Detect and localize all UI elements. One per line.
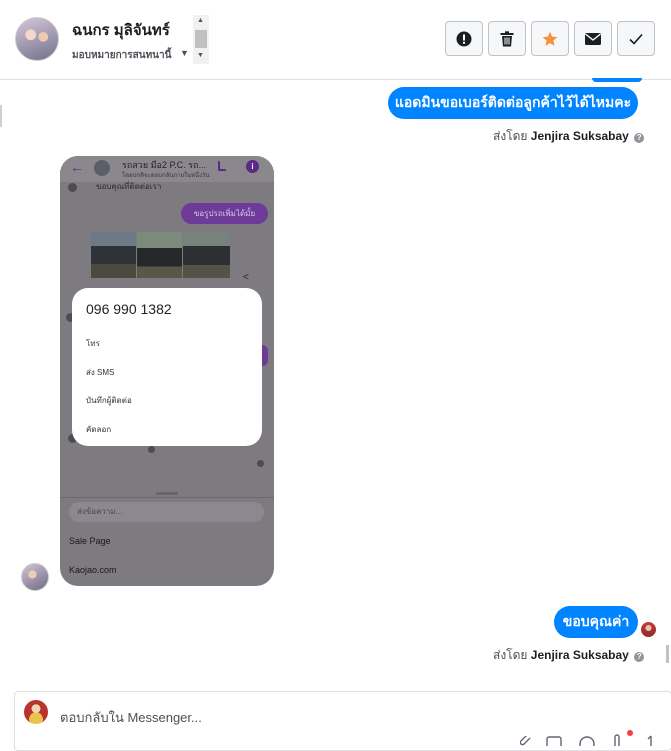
assign-conversation-label[interactable]: มอบหมายการสนทนานี้	[72, 48, 171, 63]
outgoing-message[interactable]: แอดมินขอเบอร์ติดต่อลูกค้าไว้ได้ไหมคะ	[388, 87, 638, 119]
image-small-avatar	[148, 446, 155, 453]
image-handle	[156, 492, 178, 495]
reply-input[interactable]: ตอบกลับใน Messenger...	[60, 707, 202, 728]
popup-option: คัดลอก	[86, 425, 112, 434]
notification-dot	[627, 730, 633, 736]
check-icon	[629, 33, 643, 45]
car-photo	[183, 232, 230, 278]
done-button[interactable]	[617, 21, 655, 56]
outgoing-message[interactable]: ขอบคุณค่า	[554, 606, 638, 638]
trash-icon	[500, 30, 514, 46]
alert-icon	[456, 31, 472, 46]
attachment-icon[interactable]	[520, 736, 532, 746]
scroll-down-icon[interactable]: ▼	[197, 52, 204, 59]
conversation-header: ฉนกร มุลิจันทร์ มอบหมายการสนทนานี้ ▼ ▲ ▼	[0, 0, 671, 80]
phone-action-popup: 096 990 1382 โทร ส่ง SMS บันทึกผู้ติดต่อ…	[72, 288, 262, 446]
image-small-avatar	[257, 460, 264, 467]
scrollbar-thumb[interactable]	[666, 645, 669, 663]
car-photo	[91, 232, 136, 278]
info-icon[interactable]: ?	[634, 652, 645, 662]
reply-box[interactable]: ตอบกลับใน Messenger...	[14, 691, 671, 751]
sent-by-name: Jenjira Suksabay	[530, 129, 629, 143]
gif-icon[interactable]	[612, 733, 624, 746]
image-purple-bubble: ขอรูปรถเพิ่มได้มั้ย	[181, 203, 268, 224]
share-icon: <	[243, 272, 249, 283]
image-link: Sale Page	[69, 536, 111, 546]
seen-avatar	[641, 622, 656, 637]
image-avatar	[94, 160, 110, 176]
caret-down-icon[interactable]: ▼	[180, 48, 189, 58]
contact-avatar[interactable]	[15, 17, 59, 61]
back-arrow-icon: ←	[70, 159, 84, 175]
info-icon[interactable]: ?	[634, 133, 645, 143]
scroll-up-icon[interactable]: ▲	[197, 17, 204, 24]
image-message: ขอบคุณที่ติดต่อเรา	[96, 182, 162, 191]
image-separator	[60, 497, 274, 498]
scrollbar-thumb[interactable]	[195, 30, 207, 48]
sent-by-prefix: ส่งโดย	[493, 129, 528, 143]
page-avatar	[24, 700, 48, 724]
image-small-avatar	[68, 183, 77, 192]
delete-button[interactable]	[488, 21, 526, 56]
spam-button[interactable]	[445, 21, 483, 56]
emoji-icon[interactable]	[579, 736, 595, 746]
car-photo	[137, 232, 182, 278]
scrollbar[interactable]: ▲ ▼	[193, 15, 209, 64]
image-icon[interactable]	[546, 736, 562, 746]
star-icon	[542, 31, 558, 46]
mark-unread-button[interactable]	[574, 21, 612, 56]
like-icon[interactable]	[646, 733, 656, 746]
star-button[interactable]	[531, 21, 569, 56]
image-input: ส่งข้อความ...	[69, 502, 264, 522]
popup-option: บันทึกผู้ติดต่อ	[86, 396, 132, 405]
sent-by-prefix: ส่งโดย	[493, 648, 528, 662]
envelope-icon	[585, 32, 601, 45]
image-topbar: ← รถสวย มือ2 P.C. รถ... โดยปกติจะตอบกลับ…	[60, 156, 274, 182]
contact-name[interactable]: ฉนกร มุลิจันทร์	[72, 18, 170, 42]
image-subtitle: โดยปกติจะตอบกลับภายในหนึ่งวัน	[122, 173, 210, 179]
phone-icon	[218, 160, 227, 171]
sender-avatar[interactable]	[21, 563, 49, 591]
info-icon: i	[246, 160, 259, 173]
sent-by-info: ส่งโดย Jenjira Suksabay ?	[493, 127, 645, 146]
sent-by-name: Jenjira Suksabay	[530, 648, 629, 662]
popup-option: โทร	[86, 339, 100, 348]
message-bubble-partial	[592, 78, 642, 82]
panel-edge	[0, 105, 2, 127]
popup-option: ส่ง SMS	[86, 368, 115, 377]
sent-by-info: ส่งโดย Jenjira Suksabay ?	[493, 646, 645, 665]
popup-phone-number: 096 990 1382	[86, 301, 172, 317]
image-link: Kaojao.com	[69, 565, 117, 575]
attached-image[interactable]: ← รถสวย มือ2 P.C. รถ... โดยปกติจะตอบกลับ…	[60, 156, 274, 586]
